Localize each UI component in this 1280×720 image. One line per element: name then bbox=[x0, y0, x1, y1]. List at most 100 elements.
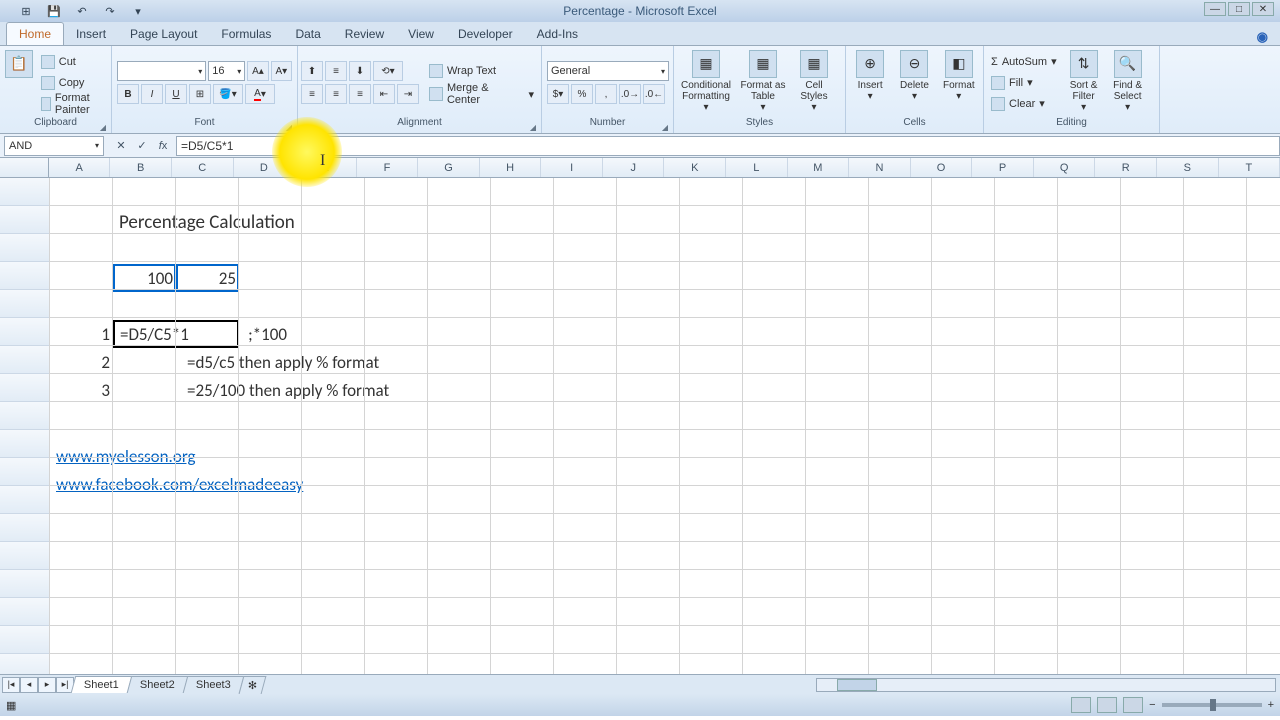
merge-center-button[interactable]: Merge & Center ▾ bbox=[425, 84, 538, 104]
col-L[interactable]: L bbox=[726, 158, 788, 177]
close-button[interactable]: ✕ bbox=[1252, 2, 1274, 16]
delete-cells-button[interactable]: ⊖Delete ▾ bbox=[893, 48, 935, 117]
decrease-decimal-button[interactable]: .0← bbox=[643, 84, 665, 104]
align-top-button[interactable]: ⬆ bbox=[301, 61, 323, 81]
conditional-formatting-button[interactable]: ▦Conditional Formatting ▾ bbox=[677, 48, 735, 117]
sheet-nav-next[interactable]: ▸ bbox=[38, 677, 56, 693]
col-B[interactable]: B bbox=[110, 158, 172, 177]
row-header-14[interactable] bbox=[0, 542, 50, 570]
cancel-formula-button[interactable]: ✕ bbox=[112, 137, 130, 155]
tab-view[interactable]: View bbox=[396, 23, 446, 45]
font-color-button[interactable]: A▾ bbox=[245, 84, 275, 104]
formula-input[interactable]: =D5/C5*1 bbox=[176, 136, 1280, 156]
page-break-view-button[interactable] bbox=[1123, 697, 1143, 713]
scroll-thumb[interactable] bbox=[837, 679, 877, 691]
enter-formula-button[interactable]: ✓ bbox=[133, 137, 151, 155]
tab-review[interactable]: Review bbox=[333, 23, 396, 45]
shrink-font-button[interactable]: A▾ bbox=[271, 61, 292, 81]
horizontal-scrollbar[interactable] bbox=[816, 678, 1276, 692]
sheet-nav-first[interactable]: |◂ bbox=[2, 677, 20, 693]
number-format-combo[interactable]: General▾ bbox=[547, 61, 669, 81]
copy-button[interactable]: Copy bbox=[37, 73, 108, 93]
zoom-out-button[interactable]: − bbox=[1149, 699, 1155, 711]
row-header-5[interactable] bbox=[0, 290, 50, 318]
col-T[interactable]: T bbox=[1219, 158, 1280, 177]
cell-grid[interactable]: Percentage Calculation 100 25 1 =D5/C5*1… bbox=[0, 178, 1280, 674]
autosum-button[interactable]: Σ AutoSum ▾ bbox=[987, 52, 1061, 72]
col-R[interactable]: R bbox=[1095, 158, 1157, 177]
row-header-12[interactable] bbox=[0, 486, 50, 514]
cell-d7-overflow[interactable]: ;*100 bbox=[239, 320, 290, 348]
sort-filter-button[interactable]: ⇅Sort & Filter ▾ bbox=[1063, 48, 1105, 117]
zoom-slider[interactable] bbox=[1162, 703, 1262, 707]
col-J[interactable]: J bbox=[603, 158, 665, 177]
cell-d5[interactable]: 25 bbox=[176, 264, 239, 292]
cell-d8[interactable]: =d5/c5 then apply % format bbox=[184, 348, 484, 376]
select-all-corner[interactable] bbox=[0, 158, 49, 177]
bold-button[interactable]: B bbox=[117, 84, 139, 104]
tab-developer[interactable]: Developer bbox=[446, 23, 525, 45]
col-Q[interactable]: Q bbox=[1034, 158, 1096, 177]
cell-b8[interactable]: 2 bbox=[50, 348, 113, 376]
tab-insert[interactable]: Insert bbox=[64, 23, 118, 45]
name-box[interactable]: AND▾ bbox=[4, 136, 104, 156]
zoom-thumb[interactable] bbox=[1210, 699, 1216, 711]
col-F[interactable]: F bbox=[357, 158, 419, 177]
wrap-text-button[interactable]: Wrap Text bbox=[425, 61, 538, 81]
tab-addins[interactable]: Add-Ins bbox=[525, 23, 590, 45]
row-header-4[interactable] bbox=[0, 262, 50, 290]
orientation-button[interactable]: ⟲▾ bbox=[373, 61, 403, 81]
grow-font-button[interactable]: A▴ bbox=[247, 61, 268, 81]
sheet-tab-1[interactable]: Sheet1 bbox=[71, 676, 132, 693]
percent-button[interactable]: % bbox=[571, 84, 593, 104]
cell-c3[interactable]: Percentage Calculation bbox=[116, 208, 366, 236]
cell-styles-button[interactable]: ▦Cell Styles ▾ bbox=[791, 48, 837, 117]
number-launcher-icon[interactable]: ◢ bbox=[662, 123, 668, 132]
cell-c5[interactable]: 100 bbox=[113, 264, 176, 292]
insert-cells-button[interactable]: ⊕Insert ▾ bbox=[849, 48, 891, 117]
underline-button[interactable]: U bbox=[165, 84, 187, 104]
tab-formulas[interactable]: Formulas bbox=[209, 23, 283, 45]
sheet-tab-3[interactable]: Sheet3 bbox=[182, 676, 243, 693]
col-K[interactable]: K bbox=[664, 158, 726, 177]
currency-button[interactable]: $▾ bbox=[547, 84, 569, 104]
row-header-3[interactable] bbox=[0, 234, 50, 262]
row-header-10[interactable] bbox=[0, 430, 50, 458]
align-bottom-button[interactable]: ⬇ bbox=[349, 61, 371, 81]
clear-button[interactable]: Clear ▾ bbox=[987, 94, 1061, 114]
col-C[interactable]: C bbox=[172, 158, 234, 177]
cell-d9[interactable]: =25/100 then apply % format bbox=[184, 376, 504, 404]
paste-button[interactable]: 📋 bbox=[3, 48, 35, 117]
fill-button[interactable]: Fill ▾ bbox=[987, 73, 1061, 93]
align-middle-button[interactable]: ≡ bbox=[325, 61, 347, 81]
font-launcher-icon[interactable]: ◢ bbox=[286, 123, 292, 132]
col-N[interactable]: N bbox=[849, 158, 911, 177]
tab-home[interactable]: Home bbox=[6, 22, 64, 45]
row-header-7[interactable] bbox=[0, 346, 50, 374]
minimize-button[interactable]: — bbox=[1204, 2, 1226, 16]
col-A[interactable]: A bbox=[49, 158, 111, 177]
fill-color-button[interactable]: 🪣▾ bbox=[213, 84, 243, 104]
row-header-17[interactable] bbox=[0, 626, 50, 654]
clipboard-launcher-icon[interactable]: ◢ bbox=[100, 123, 106, 132]
col-G[interactable]: G bbox=[418, 158, 480, 177]
cell-b7[interactable]: 1 bbox=[50, 320, 113, 348]
col-M[interactable]: M bbox=[788, 158, 850, 177]
increase-decimal-button[interactable]: .0→ bbox=[619, 84, 641, 104]
col-E[interactable]: E bbox=[295, 158, 357, 177]
decrease-indent-button[interactable]: ⇤ bbox=[373, 84, 395, 104]
align-left-button[interactable]: ≡ bbox=[301, 84, 323, 104]
sheet-nav-prev[interactable]: ◂ bbox=[20, 677, 38, 693]
zoom-in-button[interactable]: + bbox=[1268, 699, 1274, 711]
align-center-button[interactable]: ≡ bbox=[325, 84, 347, 104]
cell-c7[interactable]: =D5/C5*1 bbox=[117, 320, 235, 348]
col-O[interactable]: O bbox=[911, 158, 973, 177]
row-header-1[interactable] bbox=[0, 178, 50, 206]
format-painter-button[interactable]: Format Painter bbox=[37, 94, 108, 114]
maximize-button[interactable]: □ bbox=[1228, 2, 1250, 16]
cell-b13-link[interactable]: www.facebook.com/excelmadeeasy bbox=[53, 470, 413, 498]
row-header-15[interactable] bbox=[0, 570, 50, 598]
normal-view-button[interactable] bbox=[1071, 697, 1091, 713]
col-P[interactable]: P bbox=[972, 158, 1034, 177]
row-header-16[interactable] bbox=[0, 598, 50, 626]
